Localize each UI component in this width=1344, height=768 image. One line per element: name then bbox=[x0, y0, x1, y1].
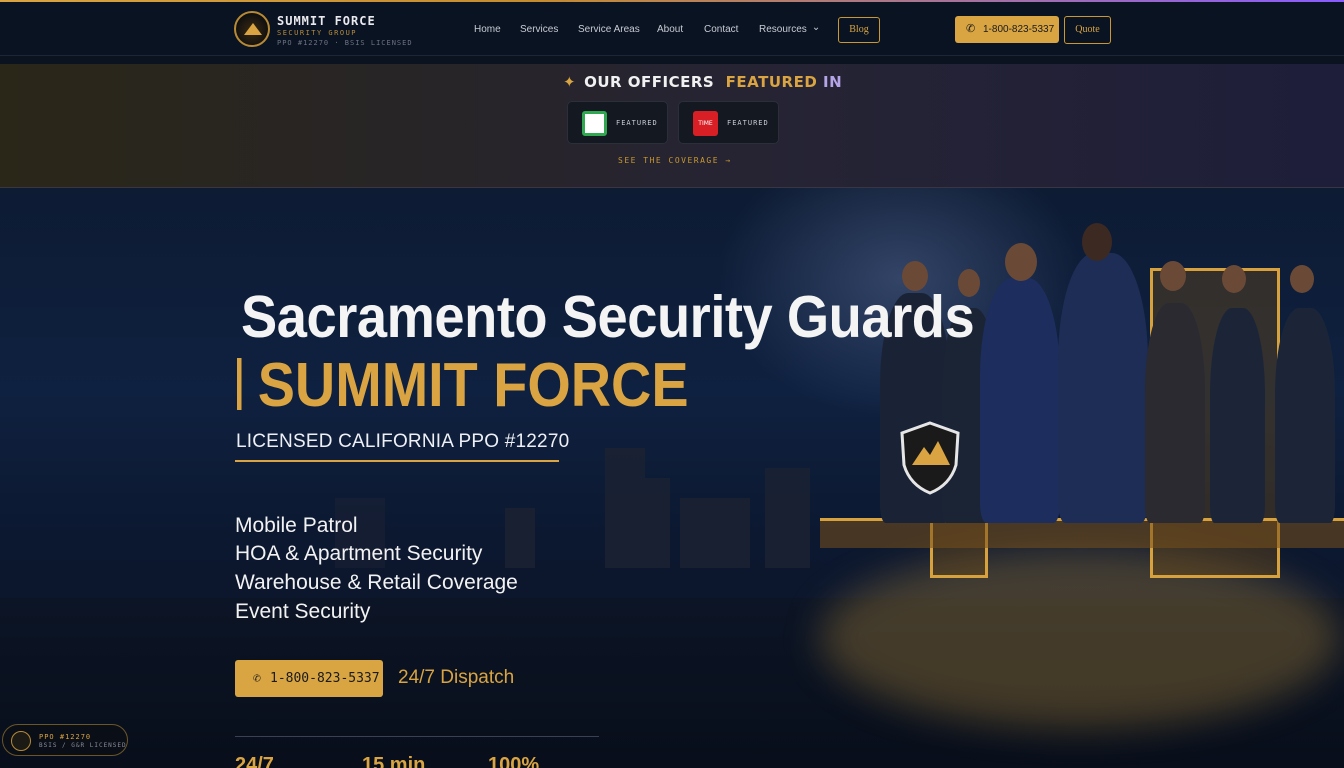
service-item: Warehouse & Retail Coverage bbox=[235, 571, 518, 594]
nav-link-service-areas[interactable]: Service Areas bbox=[578, 24, 640, 35]
nav-link-resources-dropdown[interactable]: Resources bbox=[759, 24, 820, 35]
company-logo[interactable] bbox=[234, 11, 270, 47]
officer-figure bbox=[1210, 308, 1265, 523]
stats-divider bbox=[235, 736, 599, 737]
badge-line-2: BSIS / G&R LICENSED bbox=[39, 742, 127, 749]
officer-head bbox=[1160, 261, 1186, 291]
brand-license: PPO #12270 · BSIS LICENSED bbox=[277, 39, 413, 47]
news-outlet-logo-icon bbox=[582, 111, 607, 136]
license-badge[interactable]: PPO #12270 BSIS / G&R LICENSED bbox=[2, 724, 128, 756]
brand-subtitle: SECURITY GROUP bbox=[277, 29, 358, 37]
officer-figure bbox=[1145, 303, 1205, 523]
skyline-building bbox=[765, 468, 810, 568]
license-underline bbox=[235, 460, 559, 462]
license-text: LICENSED CALIFORNIA PPO #12270 bbox=[236, 431, 570, 452]
officer-figure bbox=[980, 278, 1060, 523]
stat-value: 100% bbox=[488, 754, 540, 768]
officer-figure bbox=[1058, 253, 1148, 523]
phone-icon: ✆ bbox=[966, 23, 976, 35]
skyline-building bbox=[505, 508, 535, 568]
phone-icon: ✆ bbox=[253, 671, 261, 686]
dispatch-label: 24/7 Dispatch bbox=[398, 667, 515, 688]
featured-in-title: ✦ OUR OFFICERS FEATURED IN bbox=[563, 73, 843, 91]
stat-value: 15 min bbox=[362, 754, 426, 768]
skyline-building bbox=[680, 498, 750, 568]
badge-seal-icon bbox=[11, 731, 31, 751]
featured-card-label: FEATURED bbox=[616, 119, 658, 127]
service-item: HOA & Apartment Security bbox=[235, 542, 483, 565]
top-navigation-bar: SUMMIT FORCE SECURITY GROUP PPO #12270 ·… bbox=[0, 2, 1344, 56]
time-logo-icon: TIME bbox=[693, 111, 718, 136]
hero-section: Sacramento Security Guards SUMMIT FORCE … bbox=[0, 188, 1344, 768]
hero-call-label: 1-800-823-5337 bbox=[270, 671, 380, 686]
officer-figure bbox=[1275, 308, 1335, 523]
brand-name[interactable]: SUMMIT FORCE bbox=[277, 14, 376, 28]
badge-line-1: PPO #12270 bbox=[39, 733, 92, 741]
officer-head bbox=[1082, 223, 1112, 261]
hero-brand: SUMMIT FORCE bbox=[237, 350, 689, 421]
nav-link-about[interactable]: About bbox=[657, 24, 683, 35]
skyline-building bbox=[645, 478, 670, 568]
nav-link-home[interactable]: Home bbox=[474, 24, 501, 35]
featured-card-news[interactable]: FEATURED bbox=[567, 101, 668, 144]
blog-button[interactable]: Blog bbox=[838, 17, 880, 43]
sparkle-icon: ✦ bbox=[563, 73, 577, 91]
officer-head bbox=[1005, 243, 1037, 281]
service-item: Mobile Patrol bbox=[235, 514, 358, 537]
featured-card-time[interactable]: TIME FEATURED bbox=[678, 101, 779, 144]
stat-value: 24/7 bbox=[235, 754, 274, 768]
header-phone-button[interactable]: ✆ 1-800-823-5337 bbox=[955, 16, 1059, 43]
security-shield-icon bbox=[900, 421, 960, 495]
nav-link-services[interactable]: Services bbox=[520, 24, 558, 35]
hero-title: Sacramento Security Guards bbox=[241, 284, 975, 350]
officer-head bbox=[1222, 265, 1246, 293]
quote-button[interactable]: Quote bbox=[1064, 16, 1111, 44]
see-coverage-link[interactable]: SEE THE COVERAGE → bbox=[618, 156, 732, 165]
officer-head bbox=[1290, 265, 1314, 293]
skyline-building bbox=[605, 448, 645, 568]
service-item: Event Security bbox=[235, 600, 371, 623]
header-phone-label: 1-800-823-5337 bbox=[983, 24, 1055, 35]
title-accent-bar bbox=[237, 358, 242, 410]
hero-call-button[interactable]: ✆ 1-800-823-5337 bbox=[235, 660, 383, 697]
nav-link-contact[interactable]: Contact bbox=[704, 24, 738, 35]
featured-card-label: FEATURED bbox=[727, 119, 769, 127]
